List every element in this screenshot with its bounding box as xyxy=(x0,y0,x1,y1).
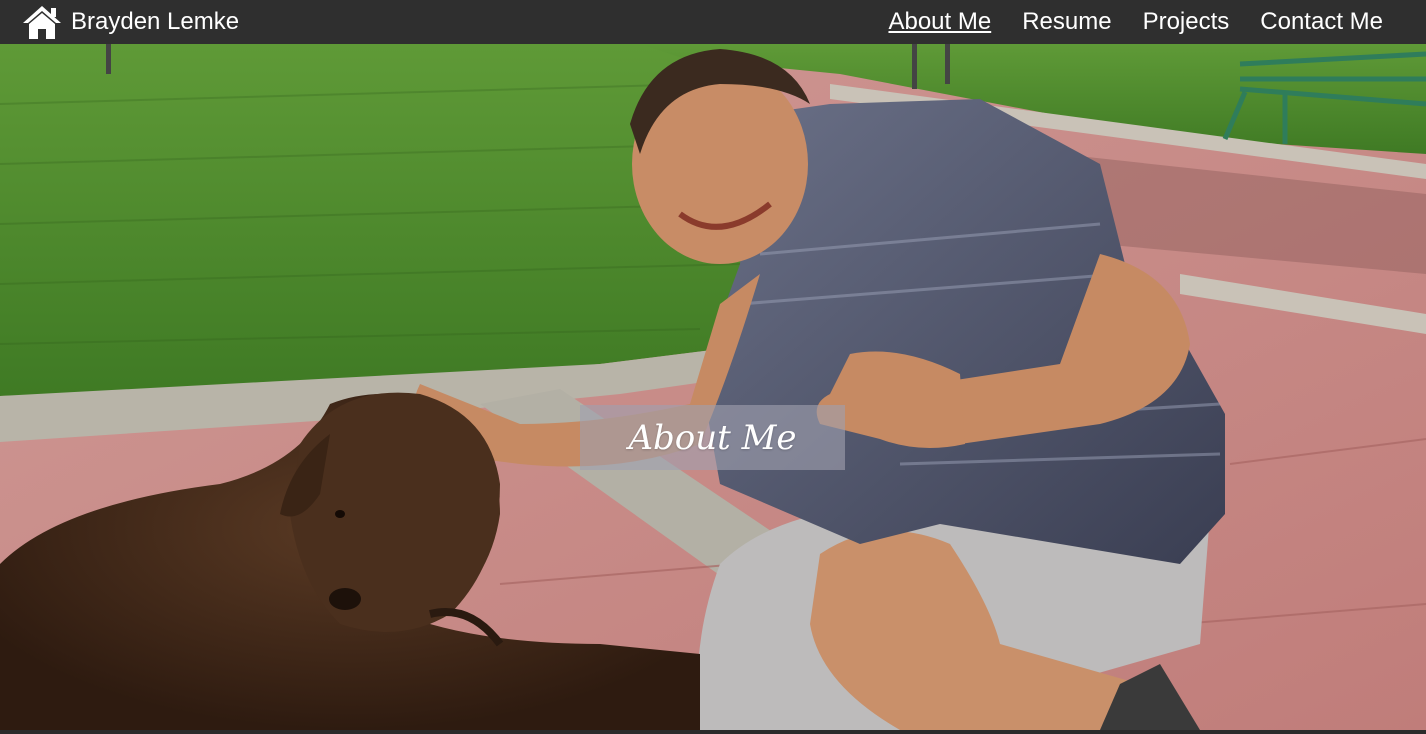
hero-photo xyxy=(0,44,1426,730)
brand-name: Brayden Lemke xyxy=(71,8,240,35)
nav-projects[interactable]: Projects xyxy=(1143,8,1230,36)
hero-section: About Me xyxy=(0,44,1426,730)
hero-caption: About Me xyxy=(628,417,797,458)
nav-contact-me[interactable]: Contact Me xyxy=(1260,8,1383,36)
hero-caption-box: About Me xyxy=(580,405,845,470)
bottom-strip xyxy=(0,730,1426,734)
top-navbar: Brayden Lemke About Me Resume Projects C… xyxy=(0,0,1426,44)
nav-resume[interactable]: Resume xyxy=(1022,8,1111,36)
home-icon xyxy=(21,4,63,40)
nav-about-me[interactable]: About Me xyxy=(888,8,991,36)
brand-link[interactable]: Brayden Lemke xyxy=(21,4,239,40)
nav-links: About Me Resume Projects Contact Me xyxy=(857,8,1383,36)
